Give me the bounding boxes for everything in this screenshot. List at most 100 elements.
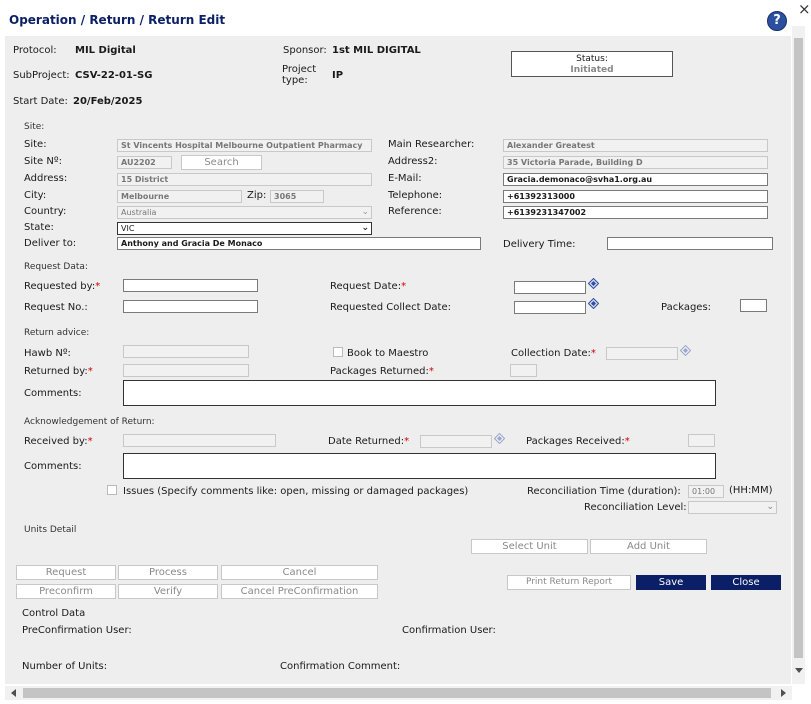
project-type-label: Project type: [282, 64, 317, 86]
search-button[interactable]: Search [181, 155, 262, 170]
calendar-icon[interactable] [588, 278, 599, 289]
requested-by-field[interactable] [123, 279, 258, 292]
reconciliation-level-label: Reconciliation Level: [584, 502, 687, 513]
issues-checkbox[interactable] [107, 485, 117, 495]
main-researcher-field[interactable]: Alexander Greatest [503, 139, 768, 152]
packages-field[interactable] [740, 299, 767, 312]
requested-collect-field[interactable] [514, 301, 586, 314]
returned-by-field[interactable] [123, 364, 249, 377]
units-detail-label: Units Detail [24, 525, 77, 535]
email-label: E-Mail: [388, 173, 422, 184]
status-box: Status: Initiated [511, 51, 673, 77]
status-label: Status: [576, 54, 608, 64]
site-no-field[interactable]: AU2202 [117, 156, 172, 169]
calendar-icon[interactable] [494, 433, 505, 444]
page-title: Operation / Return / Return Edit [9, 13, 226, 27]
ack-comments-textarea[interactable] [123, 453, 716, 479]
request-no-field[interactable] [123, 300, 258, 313]
zip-field[interactable]: 3065 [270, 190, 324, 203]
reconciliation-time-field[interactable]: 01:00 [688, 485, 724, 498]
sponsor-label: Sponsor: [283, 45, 327, 56]
cancel-button[interactable]: Cancel [221, 565, 378, 580]
zip-label: Zip: [247, 190, 267, 201]
confirmation-comment-label: Confirmation Comment: [280, 661, 401, 672]
requested-collect-label: Requested Collect Date: [330, 302, 451, 313]
reconciliation-level-select[interactable]: ⌄ [688, 501, 777, 514]
reference-label: Reference: [388, 206, 442, 217]
reference-field[interactable]: +6139231347002 [503, 206, 768, 219]
deliver-to-field[interactable]: Anthony and Gracia De Monaco [117, 237, 481, 250]
calendar-icon[interactable] [680, 345, 691, 356]
protocol-label: Protocol: [13, 45, 57, 56]
packages-received-field[interactable] [688, 434, 715, 447]
select-unit-button[interactable]: Select Unit [471, 539, 588, 554]
request-no-label: Request No.: [24, 302, 88, 313]
address2-field[interactable]: 35 Victoria Parade, Building D [503, 156, 768, 169]
scroll-down-icon[interactable] [795, 668, 803, 673]
sponsor-value: 1st MIL DIGITAL [332, 45, 421, 56]
packages-returned-field[interactable] [510, 364, 537, 377]
deliver-to-label: Deliver to: [24, 238, 77, 249]
request-button[interactable]: Request [16, 565, 116, 580]
address-label: Address: [24, 173, 68, 184]
ack-comments-label: Comments: [24, 461, 82, 472]
vertical-scrollbar[interactable] [792, 26, 805, 684]
hawb-field[interactable] [123, 345, 249, 358]
site-section-label: Site: [24, 122, 45, 132]
email-field[interactable]: Gracia.demonaco@svha1.org.au [503, 173, 768, 186]
request-date-field[interactable] [514, 281, 586, 294]
return-comments-textarea[interactable] [123, 380, 716, 406]
state-select[interactable]: VIC ⌄ [117, 222, 372, 235]
main-researcher-label: Main Researcher: [388, 139, 475, 150]
chevron-down-icon: ⌄ [361, 207, 369, 217]
address-field[interactable]: 15 District [117, 173, 372, 186]
calendar-icon[interactable] [588, 298, 599, 309]
site-no-label: Site Nº: [24, 156, 62, 167]
add-unit-button[interactable]: Add Unit [590, 539, 707, 554]
returned-by-label: Returned by:* [24, 366, 93, 377]
protocol-value: MIL Digital [75, 45, 136, 56]
country-value: Australia [121, 208, 157, 217]
help-icon[interactable]: ? [767, 11, 787, 31]
country-select[interactable]: Australia ⌄ [117, 206, 372, 219]
returned-by-text: Returned by: [24, 366, 88, 377]
subproject-label: SubProject: [13, 70, 70, 81]
scrollbar-thumb[interactable] [23, 688, 771, 698]
verify-button[interactable]: Verify [118, 584, 218, 599]
site-field[interactable]: St Vincents Hospital Melbourne Outpatien… [117, 139, 372, 152]
issues-label: Issues (Specify comments like: open, mis… [123, 486, 469, 497]
scroll-right-icon[interactable] [781, 689, 786, 697]
packages-returned-label: Packages Returned:* [330, 366, 434, 377]
collection-date-text: Collection Date: [511, 348, 591, 359]
confirmation-user-label: Confirmation User: [402, 625, 496, 636]
telephone-field[interactable]: +61392313000 [503, 190, 768, 203]
cancel-preconfirmation-button[interactable]: Cancel PreConfirmation [221, 584, 378, 599]
requested-by-label: Requested by:* [24, 281, 101, 292]
scroll-left-icon[interactable] [11, 689, 16, 697]
preconfirm-button[interactable]: Preconfirm [16, 584, 116, 599]
return-comments-label: Comments: [24, 388, 82, 399]
delivery-time-field[interactable] [607, 237, 773, 250]
city-label: City: [24, 190, 47, 201]
close-icon[interactable]: × [798, 0, 811, 18]
request-date-label: Request Date:* [330, 281, 407, 292]
country-label: Country: [24, 206, 67, 217]
received-by-field[interactable] [123, 434, 276, 447]
date-returned-field[interactable] [420, 435, 492, 448]
horizontal-scrollbar[interactable] [5, 686, 792, 700]
process-button[interactable]: Process [118, 565, 218, 580]
reconciliation-time-label: Reconciliation Time (duration): [527, 486, 681, 497]
packages-label: Packages: [661, 302, 712, 313]
collection-date-field[interactable] [606, 347, 678, 360]
request-date-text: Request Date: [330, 281, 402, 292]
book-to-maestro-checkbox[interactable] [333, 347, 343, 357]
close-button[interactable]: Close [711, 575, 781, 590]
start-date-label: Start Date: [13, 96, 68, 107]
save-button[interactable]: Save [636, 575, 706, 590]
packages-received-label: Packages Received:* [526, 436, 630, 447]
city-field[interactable]: Melbourne [117, 190, 242, 203]
print-return-report-button[interactable]: Print Return Report [507, 575, 631, 590]
requested-by-text: Requested by: [24, 281, 96, 292]
scrollbar-thumb[interactable] [794, 38, 803, 658]
received-by-label: Received by:* [24, 436, 93, 447]
